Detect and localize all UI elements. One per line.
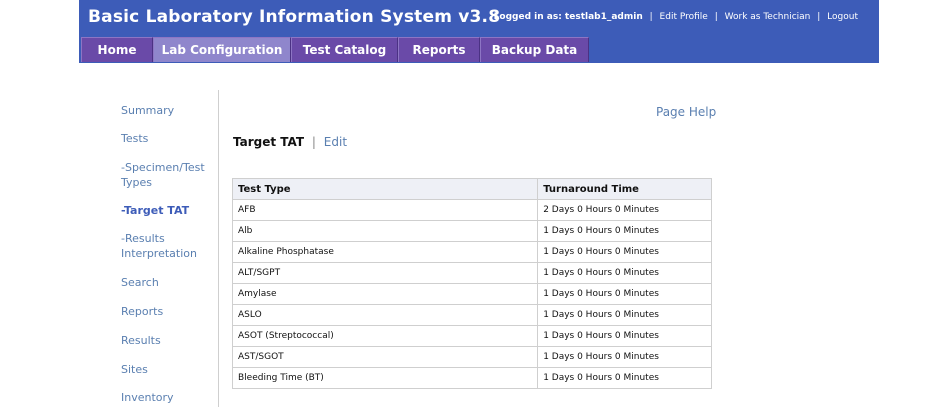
sidebar-item-specimen-test-types[interactable]: -Specimen/Test Types <box>121 160 213 190</box>
test-type-cell: AST/SGOT <box>231 346 539 368</box>
sidebar-item-target-tat[interactable]: -Target TAT <box>121 203 213 218</box>
page-help-link[interactable]: Page Help <box>656 105 716 119</box>
edit-profile-link[interactable]: Edit Profile <box>660 12 708 22</box>
sidebar-item-results-interpretation[interactable]: -Results Interpretation <box>121 231 213 261</box>
turnaround-time-cell: 1 Days 0 Hours 0 Minutes <box>537 220 712 242</box>
turnaround-time-cell: 1 Days 0 Hours 0 Minutes <box>537 367 712 389</box>
tab-test-catalog[interactable]: Test Catalog <box>291 37 398 62</box>
turnaround-time-cell: 2 Days 0 Hours 0 Minutes <box>537 199 712 221</box>
app-title: Basic Laboratory Information System v3.8 <box>88 7 501 27</box>
table-row: Amylase 1 Days 0 Hours 0 Minutes <box>231 283 712 305</box>
test-type-cell: ASLO <box>231 304 539 326</box>
turnaround-time-cell: 1 Days 0 Hours 0 Minutes <box>537 283 712 305</box>
section-header: Target TAT | Edit <box>233 135 347 149</box>
tab-home[interactable]: Home <box>81 37 153 62</box>
test-type-cell: ALT/SGPT <box>231 262 539 284</box>
sidebar-divider <box>218 90 219 407</box>
table-row: Alkaline Phosphatase 1 Days 0 Hours 0 Mi… <box>231 241 712 263</box>
test-type-cell: Amylase <box>231 283 539 305</box>
test-type-cell: Alb <box>231 220 539 242</box>
turnaround-time-cell: 1 Days 0 Hours 0 Minutes <box>537 262 712 284</box>
sidebar-item-summary[interactable]: Summary <box>121 103 213 118</box>
sidebar-item-results[interactable]: Results <box>121 333 213 348</box>
table-row: Alb 1 Days 0 Hours 0 Minutes <box>231 220 712 242</box>
turnaround-time-cell: 1 Days 0 Hours 0 Minutes <box>537 304 712 326</box>
table-row: ASOT (Streptococcal) 1 Days 0 Hours 0 Mi… <box>231 325 712 347</box>
sidebar-item-search[interactable]: Search <box>121 275 213 290</box>
table-row: ALT/SGPT 1 Days 0 Hours 0 Minutes <box>231 262 712 284</box>
target-tat-table: Test Type Turnaround Time AFB 2 Days 0 H… <box>231 178 712 389</box>
edit-link[interactable]: Edit <box>324 135 347 149</box>
table-row: AFB 2 Days 0 Hours 0 Minutes <box>231 199 712 221</box>
column-header-test-type: Test Type <box>231 178 539 200</box>
title-separator: | <box>311 135 316 149</box>
page-title: Target TAT <box>233 135 305 149</box>
logout-link[interactable]: Logout <box>827 12 858 22</box>
table-row: Bleeding Time (BT) 1 Days 0 Hours 0 Minu… <box>231 367 712 389</box>
user-bar: Logged in as: testlab1_admin | Edit Prof… <box>493 12 858 22</box>
tab-backup-data[interactable]: Backup Data <box>480 37 589 62</box>
table-row: ASLO 1 Days 0 Hours 0 Minutes <box>231 304 712 326</box>
sidebar-item-sites[interactable]: Sites <box>121 362 213 377</box>
sidebar-item-reports[interactable]: Reports <box>121 304 213 319</box>
turnaround-time-cell: 1 Days 0 Hours 0 Minutes <box>537 325 712 347</box>
test-type-cell: Bleeding Time (BT) <box>231 367 539 389</box>
tab-reports[interactable]: Reports <box>398 37 480 62</box>
app-header: Basic Laboratory Information System v3.8… <box>79 0 879 63</box>
table-row: AST/SGOT 1 Days 0 Hours 0 Minutes <box>231 346 712 368</box>
work-as-technician-link[interactable]: Work as Technician <box>725 12 811 22</box>
sidebar-item-inventory[interactable]: Inventory <box>121 390 213 405</box>
tab-lab-configuration[interactable]: Lab Configuration <box>153 37 291 62</box>
logged-in-label: Logged in as: testlab1_admin <box>493 12 643 22</box>
turnaround-time-cell: 1 Days 0 Hours 0 Minutes <box>537 241 712 263</box>
sidebar-item-tests[interactable]: Tests <box>121 131 213 146</box>
table-header-row: Test Type Turnaround Time <box>231 178 712 200</box>
test-type-cell: ASOT (Streptococcal) <box>231 325 539 347</box>
test-type-cell: Alkaline Phosphatase <box>231 241 539 263</box>
turnaround-time-cell: 1 Days 0 Hours 0 Minutes <box>537 346 712 368</box>
test-type-cell: AFB <box>231 199 539 221</box>
column-header-turnaround-time: Turnaround Time <box>537 178 712 200</box>
